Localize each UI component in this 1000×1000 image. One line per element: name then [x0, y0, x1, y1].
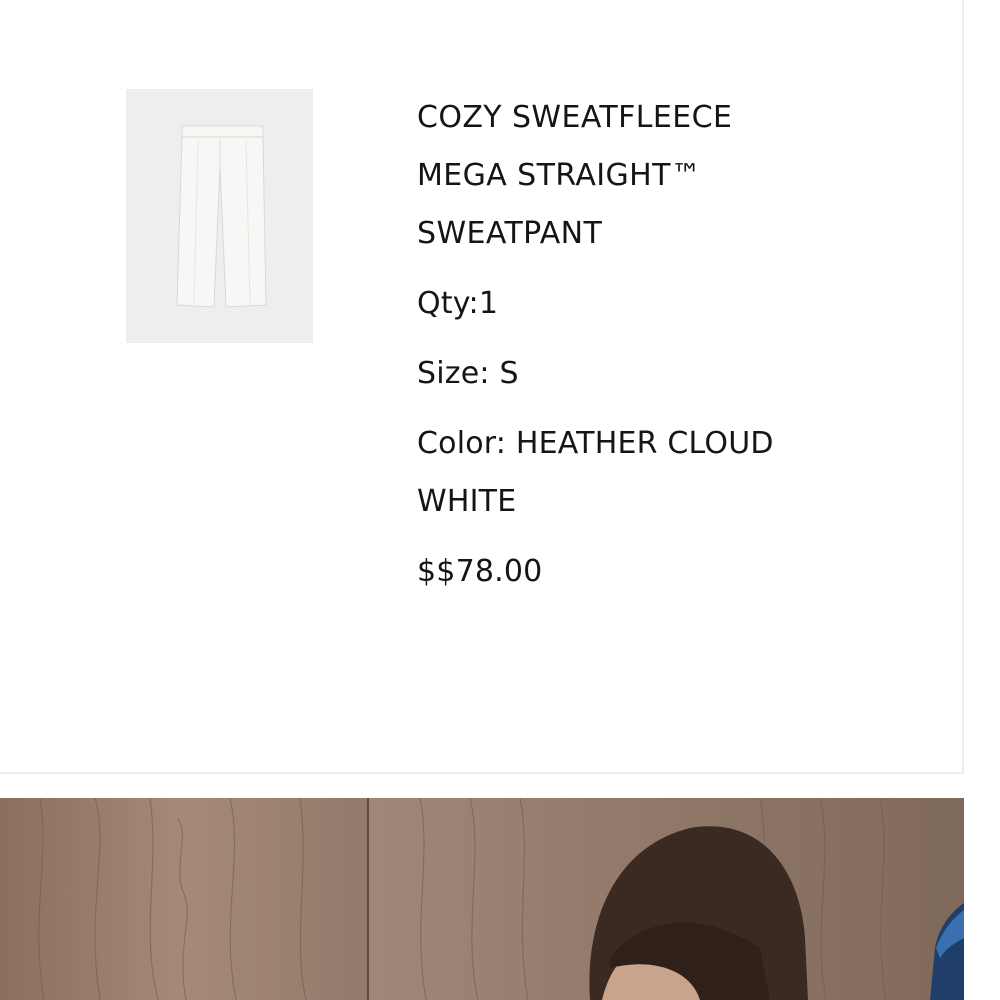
product-title[interactable]: COZY SWEATFLEECE MEGA STRAIGHT™ SWEATPAN… [417, 89, 817, 263]
product-details: COZY SWEATFLEECE MEGA STRAIGHT™ SWEATPAN… [417, 89, 937, 601]
order-item-card: COZY SWEATFLEECE MEGA STRAIGHT™ SWEATPAN… [0, 0, 964, 774]
sweatpant-icon [126, 89, 313, 343]
size-value: S [499, 356, 519, 391]
product-thumbnail[interactable] [126, 89, 313, 343]
model-photo-icon [0, 798, 964, 1000]
qty-value: 1 [478, 286, 499, 321]
qty-label: Qty: [417, 286, 479, 321]
quantity-row: Qty:1 [417, 275, 937, 333]
color-label: Color: [417, 426, 507, 461]
size-row: Size: S [417, 345, 937, 403]
color-row: Color: HEATHER CLOUD WHITE [417, 415, 837, 531]
promo-photo[interactable] [0, 798, 964, 1000]
price: $$78.00 [417, 554, 543, 589]
size-label: Size: [417, 356, 490, 391]
